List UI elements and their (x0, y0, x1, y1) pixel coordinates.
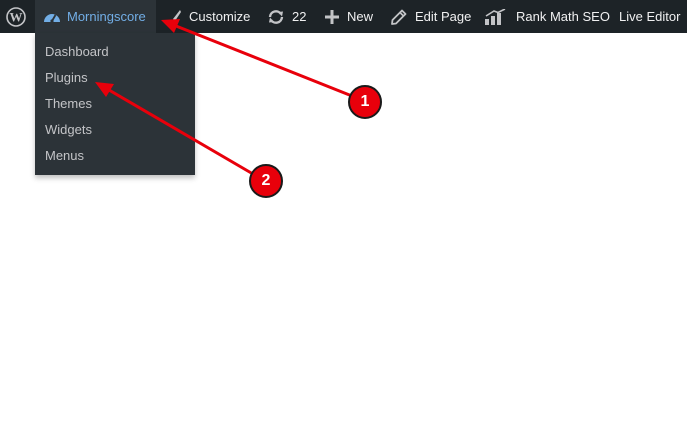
annotation-badge-1: 1 (348, 85, 382, 119)
annotation-badge-2: 2 (249, 164, 283, 198)
annotation-arrows (95, 19, 353, 176)
arrow-1 (161, 19, 353, 98)
arrow-2 (95, 82, 254, 176)
